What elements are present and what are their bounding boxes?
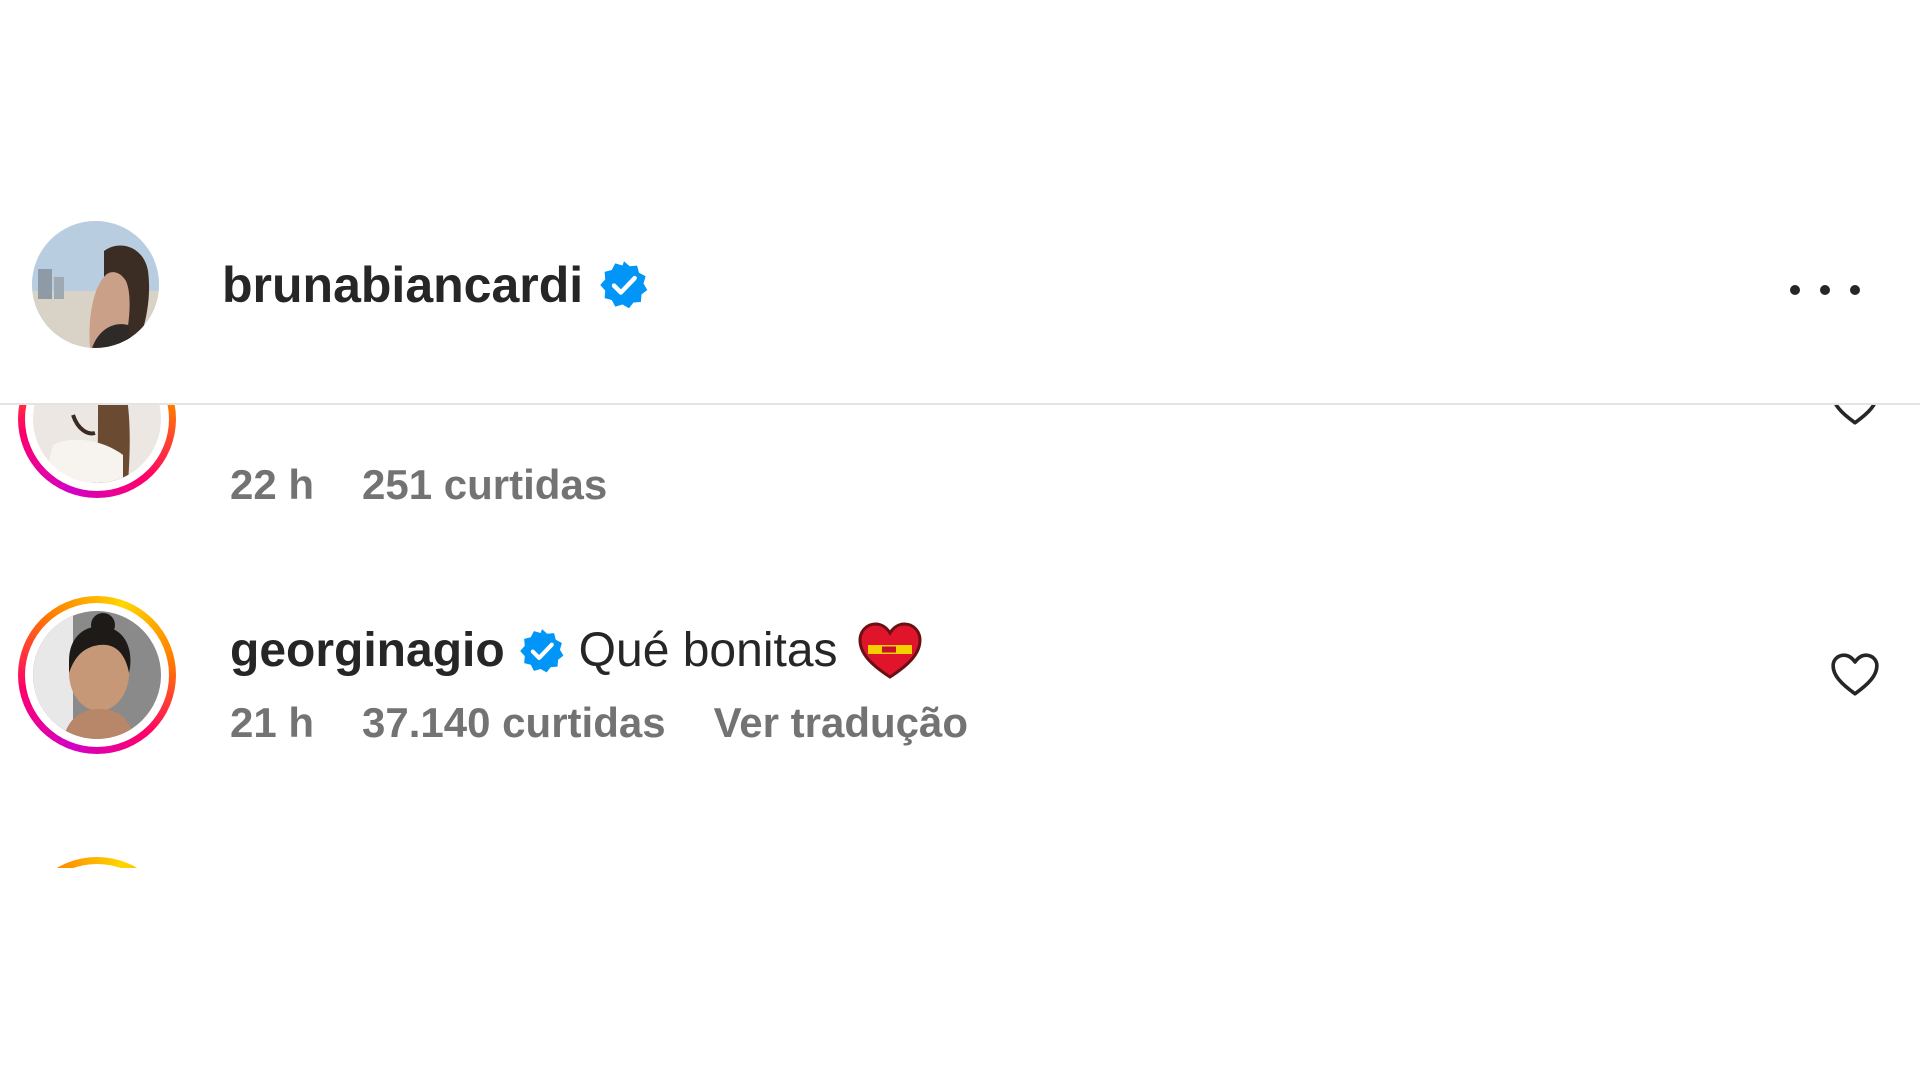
verified-badge-icon bbox=[600, 261, 648, 309]
heart-on-fire-emoji bbox=[858, 622, 922, 679]
comment-text: georginagio Qué bonitas bbox=[230, 621, 922, 681]
story-ring[interactable] bbox=[18, 857, 176, 868]
instagram-comments-screen: 22 h 251 curtidas georginagio Qué bonita… bbox=[0, 0, 1920, 1080]
comment-text-clipped bbox=[230, 403, 1430, 423]
commenter-avatar[interactable] bbox=[33, 611, 161, 739]
comment-time: 21 h bbox=[230, 699, 315, 746]
comment-time: 22 h bbox=[230, 461, 315, 508]
author-avatar[interactable] bbox=[32, 221, 159, 348]
comment-body: Qué bonitas bbox=[578, 624, 838, 677]
story-ring[interactable] bbox=[18, 596, 176, 754]
heart-outline-icon[interactable] bbox=[1830, 403, 1880, 427]
comment-likes[interactable]: 37.140 curtidas bbox=[362, 698, 666, 748]
post-header: brunabiancardi bbox=[0, 215, 1920, 405]
comment-meta: 22 h 251 curtidas bbox=[230, 460, 655, 510]
comment-likes[interactable]: 251 curtidas bbox=[362, 460, 607, 510]
comment-meta: 21 h 37.140 curtidas Ver tradução bbox=[230, 698, 1016, 748]
author-username-text[interactable]: brunabiancardi bbox=[222, 255, 583, 315]
more-horizontal-icon bbox=[1790, 285, 1800, 295]
translate-link[interactable]: Ver tradução bbox=[714, 698, 968, 748]
comment-username[interactable]: georginagio bbox=[230, 621, 505, 681]
heart-outline-icon[interactable] bbox=[1830, 652, 1880, 698]
verified-badge-icon bbox=[519, 629, 564, 673]
story-ring[interactable] bbox=[18, 403, 176, 498]
author-username[interactable]: brunabiancardi bbox=[222, 255, 649, 315]
more-options-button[interactable] bbox=[1790, 275, 1860, 305]
commenter-avatar[interactable] bbox=[33, 403, 161, 483]
comment-list[interactable]: 22 h 251 curtidas georginagio Qué bonita… bbox=[0, 403, 1920, 868]
